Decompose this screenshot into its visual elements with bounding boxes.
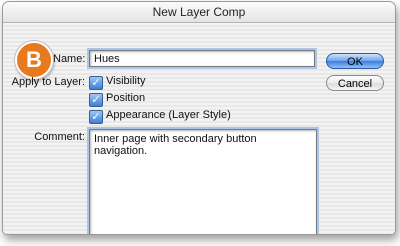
comment-textarea[interactable]: Inner page with secondary button navigat… — [89, 129, 317, 234]
visibility-label: Visibility — [106, 75, 146, 87]
ok-button[interactable]: OK — [326, 53, 384, 69]
cancel-button[interactable]: Cancel — [326, 75, 384, 91]
name-input[interactable]: Hues — [89, 50, 315, 67]
new-layer-comp-dialog: New Layer Comp B Name: Hues Apply to Lay… — [2, 1, 396, 235]
dialog-title: New Layer Comp — [3, 2, 395, 23]
step-badge: B — [15, 41, 53, 79]
position-label: Position — [106, 92, 146, 104]
dialog-content: B Name: Hues Apply to Layer: ✓ Visibilit… — [3, 23, 395, 234]
apply-to-layer-label: Apply to Layer: — [11, 76, 85, 88]
check-icon: ✓ — [89, 76, 103, 90]
comment-label: Comment: — [34, 131, 85, 143]
check-icon: ✓ — [89, 93, 103, 107]
name-label: Name: — [53, 53, 86, 65]
appearance-label: Appearance (Layer Style) — [106, 109, 231, 121]
check-icon: ✓ — [89, 110, 103, 124]
